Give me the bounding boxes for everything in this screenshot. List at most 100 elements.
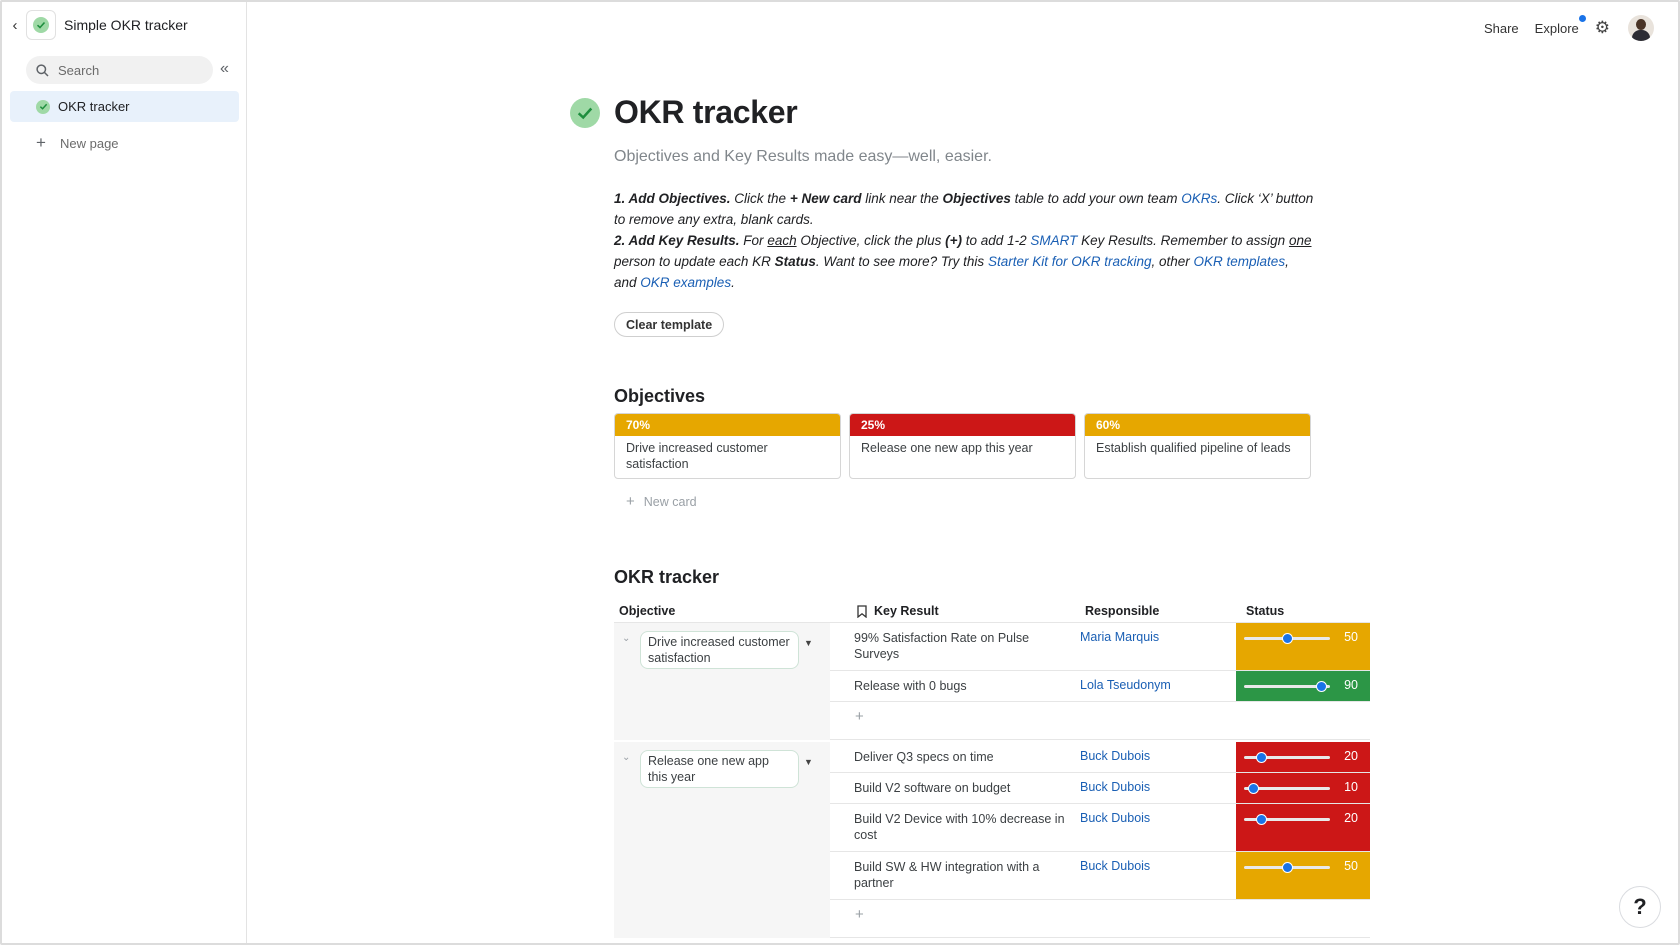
share-button[interactable]: Share [1484,21,1519,36]
doc-title[interactable]: Simple OKR tracker [64,17,188,33]
responsible-person-link[interactable]: Lola Tseudonym [1080,678,1171,692]
instr-bold: (+) [945,233,963,248]
title-row: OKR tracker [570,94,798,131]
objective-card-percent: 60% [1085,414,1310,436]
objective-dropdown-icon[interactable]: ▼ [804,638,813,648]
avatar[interactable] [1628,15,1654,41]
new-page-button[interactable]: + New page [36,133,119,153]
objective-card[interactable]: 60% Establish qualified pipeline of leads [1084,413,1311,479]
table-row[interactable]: Build SW & HW integration with a partner… [830,852,1370,900]
key-result-cell[interactable]: 99% Satisfaction Rate on Pulse Surveys [854,630,1069,662]
status-slider-handle[interactable] [1282,862,1293,873]
bookmark-icon [857,604,867,618]
responsible-person-link[interactable]: Buck Dubois [1080,749,1150,763]
table-row[interactable]: Build V2 software on budget Buck Dubois 10 [830,773,1370,804]
instr-text: Click the [730,191,790,206]
collapse-sidebar-icon[interactable]: « [220,60,229,78]
okr-templates-link[interactable]: OKR templates [1194,254,1286,269]
instructions-text: 1. Add Objectives. Click the + New card … [614,188,1314,293]
table-row[interactable]: Build V2 Device with 10% decrease in cos… [830,804,1370,852]
add-key-result-plus-icon[interactable]: + [855,906,864,923]
status-cell: 10 [1236,773,1370,803]
clear-template-button[interactable]: Clear template [614,312,725,337]
status-cell: 90 [1236,671,1370,701]
objective-card-label: Establish qualified pipeline of leads [1096,441,1291,455]
instr-text: table to add your own team [1010,191,1182,206]
instr-underline: each [767,233,797,248]
objective-pill[interactable]: Drive increased customer satisfaction [640,631,799,669]
status-cell: 50 [1236,623,1370,670]
back-arrow-icon[interactable]: ‹ [8,17,22,34]
objective-card[interactable]: 70% Drive increased customer satisfaction [614,413,841,479]
check-circle-icon [33,17,49,33]
smart-link[interactable]: SMART [1030,233,1077,248]
key-result-cell[interactable]: Build SW & HW integration with a partner [854,859,1069,891]
status-slider-handle[interactable] [1247,783,1259,794]
status-value: 10 [1344,780,1358,794]
instr-underline: one [1288,233,1312,248]
okr-tracker-heading: OKR tracker [614,567,720,587]
responsible-person-link[interactable]: Buck Dubois [1080,811,1150,825]
okr-examples-link[interactable]: OKR examples [640,275,731,290]
responsible-person-link[interactable]: Buck Dubois [1080,780,1150,794]
column-header-objective[interactable]: Objective [619,604,675,618]
instr-text: Key Results. Remember to assign [1077,233,1289,248]
objective-card-percent: 70% [615,414,840,436]
key-result-cell[interactable]: Release with 0 bugs [854,678,1069,694]
instr-text: Objective, click the plus [796,233,946,248]
avatar-head [1636,19,1646,30]
column-header-responsible[interactable]: Responsible [1085,604,1159,618]
add-key-result-row [830,900,1370,938]
status-value: 90 [1344,678,1358,692]
responsible-person-link[interactable]: Maria Marquis [1080,630,1159,644]
status-slider-handle[interactable] [1256,814,1268,825]
status-slider-handle[interactable] [1256,752,1268,763]
table-row[interactable]: Deliver Q3 specs on time Buck Dubois 20 [830,742,1370,773]
search-placeholder: Search [58,62,100,78]
okrs-link[interactable]: OKRs [1181,191,1217,206]
page-check-icon [570,97,600,128]
starter-kit-link[interactable]: Starter Kit for OKR tracking [988,254,1152,269]
status-value: 50 [1344,630,1358,644]
instr-text: , other [1151,254,1194,269]
sidebar: ‹ Simple OKR tracker Search « OKR tracke… [2,2,247,943]
explore-button[interactable]: Explore [1534,14,1586,36]
status-slider-handle[interactable] [1282,633,1293,644]
status-value: 50 [1344,859,1358,873]
status-slider-handle[interactable] [1316,681,1328,692]
key-result-cell[interactable]: Build V2 Device with 10% decrease in cos… [854,811,1069,843]
objective-card[interactable]: 25% Release one new app this year [849,413,1076,479]
objective-cards: 70% Drive increased customer satisfaction… [614,413,1311,479]
key-result-cell[interactable]: Deliver Q3 specs on time [854,749,1069,765]
table-row[interactable]: 99% Satisfaction Rate on Pulse Surveys Ma… [830,623,1370,671]
key-result-cell[interactable]: Build V2 software on budget [854,780,1069,796]
column-header-key-result[interactable]: Key Result [857,604,939,618]
instr-text: . Want to see more? Try this [815,254,988,269]
search-box[interactable]: Search [26,56,213,84]
instr-text: person to update each KR [614,254,775,269]
objective-card-label: Release one new app this year [861,441,1033,455]
add-key-result-plus-icon[interactable]: + [855,708,864,725]
check-circle-icon [36,99,50,114]
instr-text: . [731,275,735,290]
status-value: 20 [1344,749,1358,763]
gear-icon[interactable]: ⚙ [1595,18,1610,38]
table-row[interactable]: Release with 0 bugs Lola Tseudonym 90 [830,671,1370,702]
add-key-result-row [830,702,1370,740]
objective-dropdown-icon[interactable]: ▼ [804,757,813,767]
instr-bold: Objectives [942,191,1011,206]
objective-pill[interactable]: Release one new app this year [640,750,799,788]
instr-step2-title: 2. Add Key Results. [614,233,740,248]
doc-icon [26,10,56,40]
collapse-group-chevron-icon[interactable]: ⌄ [622,752,630,763]
status-cell: 20 [1236,804,1370,851]
new-card-button[interactable]: + New card [626,493,697,510]
sidebar-item-label: OKR tracker [58,99,130,114]
explore-label: Explore [1534,20,1579,36]
instr-text: For [739,233,768,248]
responsible-person-link[interactable]: Buck Dubois [1080,859,1150,873]
column-header-status[interactable]: Status [1246,604,1284,618]
sidebar-item-okr-tracker[interactable]: OKR tracker [10,91,239,122]
help-button[interactable]: ? [1619,886,1661,928]
collapse-group-chevron-icon[interactable]: ⌄ [622,633,630,644]
